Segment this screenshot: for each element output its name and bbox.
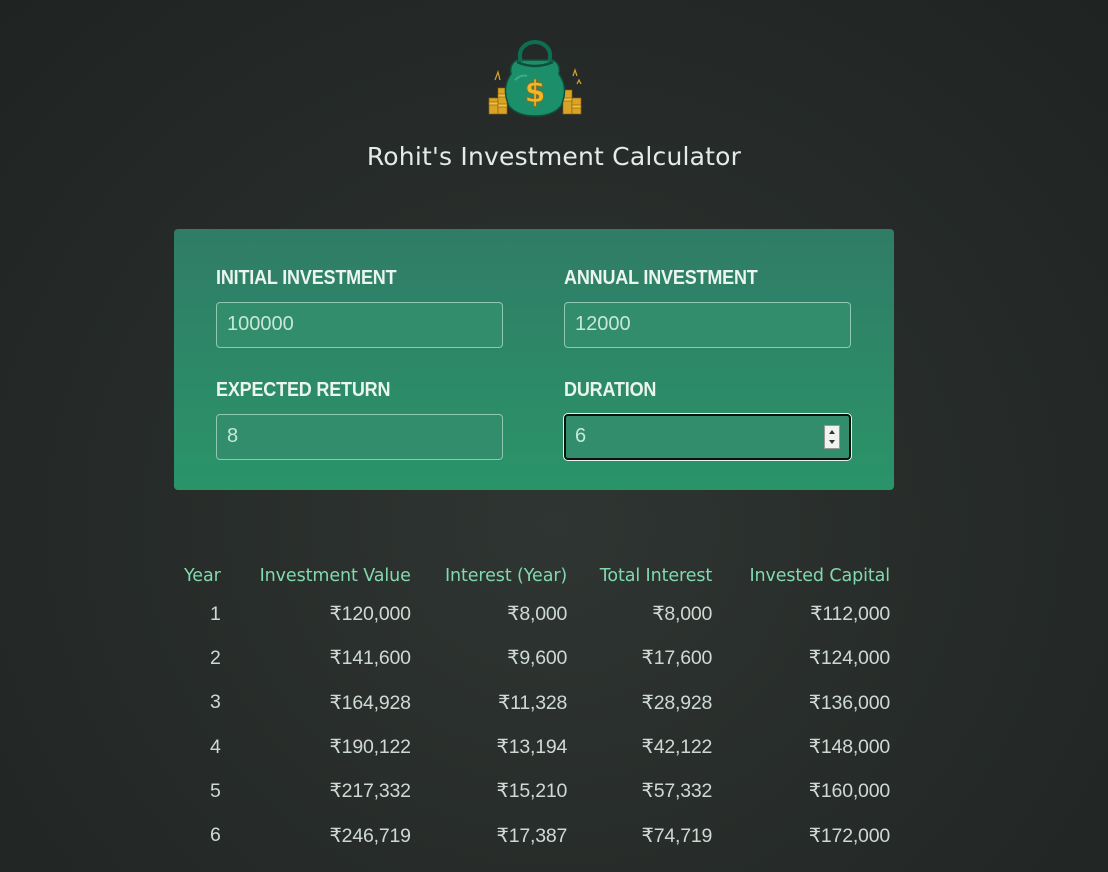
table-cell: 6 <box>210 824 221 847</box>
spin-down-icon[interactable] <box>829 440 835 444</box>
expected-return-input[interactable]: 8 <box>216 414 503 460</box>
table-cell: ₹15,210 <box>496 780 568 803</box>
table-body: 1 ₹120,000 ₹8,000 ₹8,000 ₹112,000 2 ₹141,600 ₹9… <box>170 592 896 858</box>
svg-text:$: $ <box>525 75 546 110</box>
table-row: 6 ₹246,719 ₹17,387 ₹74,719 ₹172,000 <box>170 813 896 857</box>
table-cell: ₹28,928 <box>641 691 713 714</box>
table-cell: ₹246,719 <box>329 824 411 847</box>
column-header: Invested Capital <box>749 566 890 586</box>
expected-return-value: 8 <box>227 425 239 447</box>
number-spinner[interactable] <box>824 425 840 449</box>
table-row: 5 ₹217,332 ₹15,210 ₹57,332 ₹160,000 <box>170 769 896 813</box>
annual-investment-label: ANNUAL INVESTMENT <box>564 267 758 289</box>
table-cell: ₹190,122 <box>329 736 411 759</box>
initial-investment-input[interactable]: 100000 <box>216 302 503 348</box>
duration-label: DURATION <box>564 379 657 401</box>
column-header: Year <box>184 566 221 586</box>
table-cell: ₹8,000 <box>507 603 568 626</box>
expected-return-field: EXPECTED RETURN 8 <box>216 379 503 460</box>
initial-investment-label: INITIAL INVESTMENT <box>216 267 397 289</box>
duration-field: DURATION 6 <box>564 379 851 460</box>
table-cell: 5 <box>210 779 221 802</box>
results-table: Year Investment Value Interest (Year) Total… <box>170 560 896 858</box>
annual-investment-value: 12000 <box>575 313 631 335</box>
initial-investment-field: INITIAL INVESTMENT 100000 <box>216 267 503 348</box>
table-cell: 3 <box>210 691 221 714</box>
duration-value: 6 <box>575 425 587 447</box>
table-cell: ₹120,000 <box>329 603 411 626</box>
user-input-panel: INITIAL INVESTMENT 100000 ANNUAL INVESTM… <box>174 229 894 490</box>
table-cell: ₹124,000 <box>808 647 890 670</box>
table-cell: ₹11,328 <box>497 691 568 714</box>
table-row: 1 ₹120,000 ₹8,000 ₹8,000 ₹112,000 <box>170 592 896 636</box>
duration-input[interactable]: 6 <box>564 414 851 460</box>
table-cell: ₹172,000 <box>808 824 890 847</box>
table-cell: ₹42,122 <box>641 736 713 759</box>
column-header: Investment Value <box>259 566 411 586</box>
column-header: Interest (Year) <box>444 566 568 586</box>
table-row: 3 ₹164,928 ₹11,328 ₹28,928 ₹136,000 <box>170 681 896 725</box>
table-cell: ₹17,387 <box>496 824 568 847</box>
table-cell: ₹141,600 <box>329 647 411 670</box>
table-cell: ₹9,600 <box>507 647 568 670</box>
expected-return-label: EXPECTED RETURN <box>216 379 391 401</box>
page-title: Rohit's Investment Calculator <box>366 142 742 171</box>
table-header-row: Year Investment Value Interest (Year) Total… <box>170 560 896 592</box>
table-cell: ₹217,332 <box>329 780 411 803</box>
table-cell: 1 <box>210 602 221 625</box>
table-cell: ₹13,194 <box>496 736 568 759</box>
table-cell: 4 <box>210 735 221 758</box>
money-bag-icon: $ <box>488 40 582 117</box>
table-cell: ₹164,928 <box>329 691 411 714</box>
table-cell: ₹17,600 <box>641 647 713 670</box>
table-row: 2 ₹141,600 ₹9,600 ₹17,600 ₹124,000 <box>170 636 896 680</box>
table-cell: ₹148,000 <box>808 736 890 759</box>
table-cell: 2 <box>210 646 221 669</box>
table-cell: ₹74,719 <box>641 824 713 847</box>
table-cell: ₹57,332 <box>641 780 713 803</box>
spin-up-icon[interactable] <box>829 430 835 434</box>
table-row: 4 ₹190,122 ₹13,194 ₹42,122 ₹148,000 <box>170 725 896 769</box>
annual-investment-field: ANNUAL INVESTMENT 12000 <box>564 267 851 348</box>
table-cell: ₹8,000 <box>652 603 713 626</box>
initial-investment-value: 100000 <box>227 313 294 335</box>
annual-investment-input[interactable]: 12000 <box>564 302 851 348</box>
table-cell: ₹160,000 <box>808 780 890 803</box>
table-cell: ₹112,000 <box>810 603 890 626</box>
column-header: Total Interest <box>599 566 713 586</box>
table-cell: ₹136,000 <box>808 691 890 714</box>
